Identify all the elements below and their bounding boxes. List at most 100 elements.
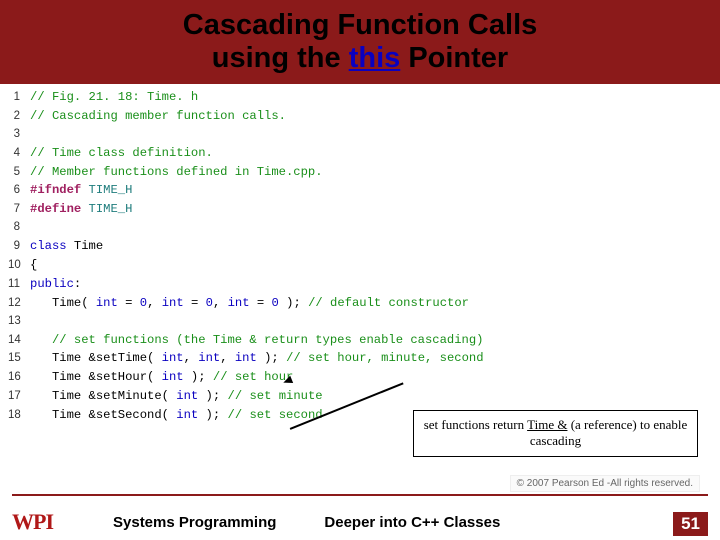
code-token: int [198,351,220,365]
footer-rule [12,494,708,496]
code-token: { [30,258,37,272]
wpi-logo: WPI [12,509,53,535]
callout-box: set functions return Time & (a reference… [413,410,698,457]
line-number: 8 [8,219,30,237]
code-token: Time &setTime( [30,351,162,365]
code-token: : [74,277,81,291]
code-token: int [228,296,250,310]
callout-pre: set functions return [424,417,527,432]
code-token: // set minute [228,389,323,403]
code-line: 5// Member functions defined in Time.cpp… [8,163,712,182]
code-token: = [118,296,140,310]
code-line: 12 Time( int = 0, int = 0, int = 0 ); //… [8,294,712,313]
code-line: 15 Time &setTime( int, int, int ); // se… [8,349,712,368]
code-token: TIME_H [89,183,133,197]
code-content: #define TIME_H [30,200,132,219]
code-token: // Member functions defined in Time.cpp. [30,165,323,179]
code-line: 6#ifndef TIME_H [8,181,712,200]
line-number: 5 [8,164,30,182]
code-token: // set functions (the Time & return type… [52,333,484,347]
footer-left: Systems Programming [113,514,276,531]
code-listing: 1// Fig. 21. 18: Time. h2// Cascading me… [0,84,720,427]
code-line: 2// Cascading member function calls. [8,107,712,126]
code-token: Time [67,239,104,253]
code-line: 11public: [8,275,712,294]
line-number: 9 [8,238,30,256]
code-token: #ifndef [30,183,89,197]
code-content: public: [30,275,81,294]
code-token: public [30,277,74,291]
code-token: 0 [140,296,147,310]
code-token: ); [198,389,227,403]
code-token: int [96,296,118,310]
line-number: 7 [8,201,30,219]
line-number: 2 [8,108,30,126]
code-token: , [147,296,162,310]
code-line: 9class Time [8,237,712,256]
code-token: , [184,351,199,365]
code-token: // default constructor [308,296,469,310]
code-token: class [30,239,67,253]
line-number: 6 [8,182,30,200]
code-token: = [250,296,272,310]
code-line: 8 [8,219,712,237]
code-content: // Time class definition. [30,144,213,163]
footer: WPI Systems Programming Deeper into C++ … [0,504,720,540]
code-token: int [162,351,184,365]
code-line: 17 Time &setMinute( int ); // set minute [8,387,712,406]
code-line: 16 Time &setHour( int ); // set hour [8,368,712,387]
line-number: 16 [8,369,30,387]
code-content: // set functions (the Time & return type… [30,331,483,350]
line-number: 18 [8,407,30,425]
code-token: // Fig. 21. 18: Time. h [30,90,198,104]
title-bar: Cascading Function Calls using the this … [0,0,720,84]
line-number: 3 [8,126,30,144]
title-line2-pre: using the [212,42,349,74]
code-token: ); [257,351,286,365]
slide-title: Cascading Function Calls using the this … [183,9,538,76]
line-number: 11 [8,276,30,294]
code-token: Time &setSecond( [30,408,176,422]
code-token: 0 [271,296,278,310]
code-token: int [162,296,184,310]
title-line2-post: Pointer [400,42,508,74]
code-content: Time &setTime( int, int, int ); // set h… [30,349,484,368]
line-number: 4 [8,145,30,163]
footer-right: Deeper into C++ Classes [324,514,500,531]
code-content: // Fig. 21. 18: Time. h [30,88,198,107]
code-line: 4// Time class definition. [8,144,712,163]
code-line: 1// Fig. 21. 18: Time. h [8,88,712,107]
title-line1: Cascading Function Calls [183,9,538,41]
page-number: 51 [673,512,708,536]
code-token: // Cascading member function calls. [30,109,286,123]
code-token: // Time class definition. [30,146,213,160]
code-token: // set hour [213,370,293,384]
copyright-note: © 2007 Pearson Ed -All rights reserved. [510,475,700,492]
title-this-keyword: this [349,42,401,74]
line-number: 13 [8,313,30,331]
code-token: int [162,370,184,384]
code-line: 7#define TIME_H [8,200,712,219]
code-token: #define [30,202,89,216]
code-token: int [235,351,257,365]
code-line: 10{ [8,256,712,275]
code-token: int [176,408,198,422]
code-token: Time &setHour( [30,370,162,384]
code-token: // set hour, minute, second [286,351,483,365]
code-content: Time &setHour( int ); // set hour [30,368,293,387]
line-number: 1 [8,89,30,107]
code-line: 14 // set functions (the Time & return t… [8,331,712,350]
code-token: ); [184,370,213,384]
code-token: ); [279,296,308,310]
code-content: class Time [30,237,103,256]
code-content: { [30,256,37,275]
code-content: Time( int = 0, int = 0, int = 0 ); // de… [30,294,469,313]
slide: Cascading Function Calls using the this … [0,0,720,540]
code-token: , [213,296,228,310]
logo-text: WPI [12,509,53,535]
code-token: , [220,351,235,365]
line-number: 15 [8,350,30,368]
line-number: 12 [8,295,30,313]
code-content: #ifndef TIME_H [30,181,132,200]
code-token: = [184,296,206,310]
